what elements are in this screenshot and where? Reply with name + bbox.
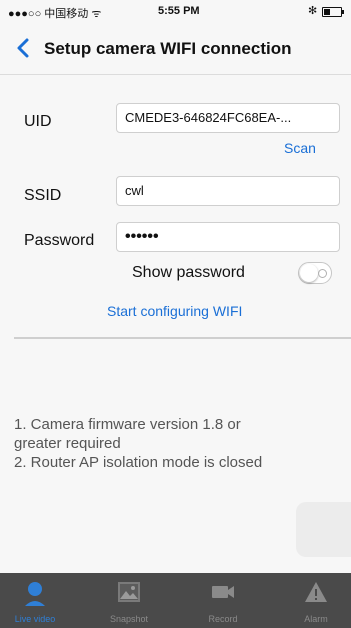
divider (14, 337, 351, 339)
password-label: Password (24, 232, 95, 249)
nav-bar: Setup camera WIFI connection (0, 22, 351, 75)
tab-label: Alarm (304, 614, 328, 624)
tab-label: Live video (14, 614, 56, 624)
floating-assistive-button[interactable] (296, 502, 351, 557)
ssid-label: SSID (24, 187, 62, 204)
carrier-signal: ●●●○○ 中国移动 ᯤ (8, 8, 102, 20)
note-line-1: 1. Camera firmware version 1.8 or (14, 416, 241, 433)
tab-label: Record (208, 614, 238, 624)
ssid-field[interactable]: cwl (116, 176, 340, 206)
tab-label: Snapshot (109, 614, 149, 624)
tab-alarm[interactable]: Alarm (281, 573, 351, 628)
page-title: Setup camera WIFI connection (44, 39, 292, 58)
uid-field[interactable]: CMEDE3-646824FC68EA-... (116, 103, 340, 133)
status-time: 5:55 PM (158, 5, 200, 17)
chevron-left-icon[interactable] (14, 37, 34, 59)
video-camera-icon (212, 586, 234, 598)
note-line-3: 2. Router AP isolation mode is closed (14, 454, 263, 471)
password-field[interactable]: •••••• (116, 222, 340, 252)
toggle-knob (300, 264, 318, 282)
image-icon (118, 582, 140, 602)
battery-icon (322, 7, 344, 17)
tab-bar: Live video Snapshot Record Alarm (0, 573, 351, 628)
uid-label: UID (24, 113, 52, 130)
show-password-label: Show password (132, 264, 245, 281)
show-password-toggle[interactable] (298, 262, 332, 284)
note-line-2: greater required (14, 435, 121, 452)
bluetooth-icon: ✻ (308, 5, 318, 17)
person-icon (25, 582, 45, 606)
tab-snapshot[interactable]: Snapshot (94, 573, 164, 628)
tab-record[interactable]: Record (188, 573, 258, 628)
toggle-off-indicator (318, 269, 327, 278)
start-configuring-button[interactable]: Start configuring WIFI (107, 303, 242, 319)
warning-icon (305, 582, 327, 602)
tab-live-video[interactable]: Live video (0, 573, 70, 628)
scan-button[interactable]: Scan (284, 140, 316, 156)
status-bar: ●●●○○ 中国移动 ᯤ 5:55 PM ✻ (0, 0, 351, 22)
